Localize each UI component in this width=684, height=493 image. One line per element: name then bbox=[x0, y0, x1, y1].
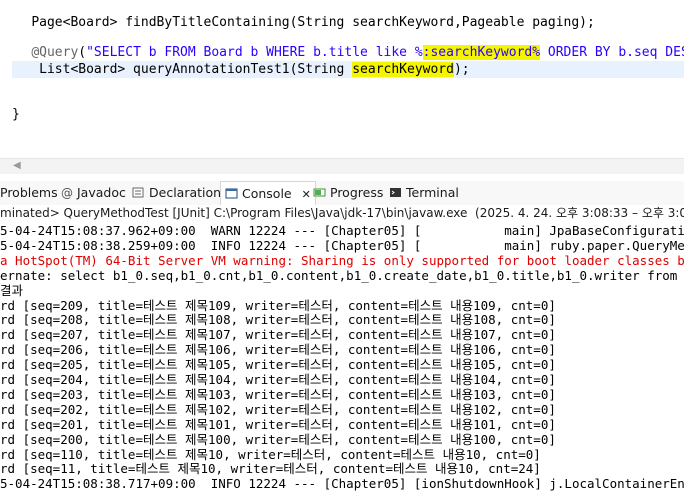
tab-label: Problems bbox=[0, 185, 58, 200]
close-icon[interactable]: ✕ bbox=[302, 188, 311, 201]
tab-label: Console bbox=[242, 186, 292, 201]
console-line: rd [seq=11, title=테스트 제목10, writer=테스터, … bbox=[0, 461, 541, 477]
tab-progress[interactable]: Progress bbox=[313, 181, 383, 205]
highlighted-search-keyword: searchKeyword bbox=[352, 62, 454, 77]
horizontal-scrollbar[interactable]: ◀ bbox=[0, 158, 684, 174]
console-line: 5-04-24T15:08:38.717+09:00 INFO 12224 --… bbox=[0, 476, 684, 492]
console-line: rd [seq=110, title=테스트 제목10, writer=테스터,… bbox=[0, 446, 541, 462]
views-tab-bar: Problems @ Javadoc Declaration Console ✕… bbox=[0, 181, 684, 205]
paren-open: ( bbox=[78, 45, 87, 60]
svg-text:@: @ bbox=[61, 186, 73, 199]
code-text: List<Board> queryAnnotationTest1(String bbox=[39, 62, 353, 77]
tab-declaration[interactable]: Declaration bbox=[132, 181, 221, 205]
code-editor[interactable]: Page<Board> findByTitleContaining(String… bbox=[0, 0, 684, 158]
tab-terminal[interactable]: Terminal bbox=[389, 181, 459, 205]
at-icon: @ bbox=[60, 183, 73, 200]
console-line: 결과 bbox=[0, 282, 24, 298]
console-line: rd [seq=204, title=테스트 제목104, writer=테스터… bbox=[0, 372, 556, 387]
progress-icon bbox=[313, 183, 326, 197]
string-literal-part: "SELECT b FROM Board b WHERE b.title lik… bbox=[86, 45, 423, 60]
console-line: rd [seq=202, title=테스트 제목102, writer=테스터… bbox=[0, 401, 556, 417]
code-line-find-by-title[interactable]: Page<Board> findByTitleContaining(String… bbox=[0, 14, 595, 32]
console-line: ernate: select b1_0.seq,b1_0.cnt,b1_0.co… bbox=[0, 267, 684, 283]
console-line: 5-04-24T15:08:37.962+09:00 WARN 12224 --… bbox=[0, 223, 684, 238]
declaration-icon bbox=[132, 183, 145, 198]
highlighted-search-keyword-param: :searchKeyword% bbox=[422, 45, 541, 60]
code-text-end: ); bbox=[453, 62, 470, 77]
tab-problems[interactable]: Problems bbox=[0, 181, 58, 205]
console-error-line: a HotSpot(TM) 64-Bit Server VM warning: … bbox=[0, 252, 684, 268]
tab-label: Terminal bbox=[406, 185, 459, 200]
closing-brace[interactable]: } bbox=[12, 106, 20, 124]
console-line: rd [seq=206, title=테스트 제목106, writer=테스터… bbox=[0, 342, 556, 358]
annotation-token: @Query bbox=[31, 45, 79, 60]
tab-javadoc[interactable]: @ Javadoc bbox=[60, 181, 126, 205]
console-line: rd [seq=205, title=테스트 제목105, writer=테스터… bbox=[0, 357, 556, 373]
code-line-query-method[interactable]: List<Board> queryAnnotationTest1(String … bbox=[0, 61, 470, 79]
console-line: rd [seq=200, title=테스트 제목100, writer=테스터… bbox=[0, 431, 556, 447]
console-line: 5-04-24T15:08:38.259+09:00 INFO 12224 --… bbox=[0, 237, 684, 253]
console-line: rd [seq=201, title=테스트 제목101, writer=테스터… bbox=[0, 416, 556, 432]
tab-console[interactable]: Console ✕ bbox=[220, 181, 316, 205]
console-line: rd [seq=203, title=테스트 제목103, writer=테스터… bbox=[0, 386, 556, 402]
terminal-icon bbox=[389, 183, 402, 197]
code-text: Page<Board> findByTitleContaining(String… bbox=[31, 15, 595, 30]
tab-label: Progress bbox=[330, 185, 384, 200]
console-line: rd [seq=209, title=테스트 제목109, writer=테스터… bbox=[0, 297, 556, 313]
console-line: rd [seq=207, title=테스트 제목107, writer=테스터… bbox=[0, 327, 556, 343]
console-launch-header: minated> QueryMethodTest [JUnit] C:\Prog… bbox=[0, 205, 684, 221]
console-output[interactable]: 5-04-24T15:08:37.962+09:00 WARN 12224 --… bbox=[0, 221, 684, 493]
tab-label: Declaration bbox=[149, 185, 222, 200]
console-line: rd [seq=208, title=테스트 제목108, writer=테스터… bbox=[0, 312, 556, 328]
tab-label: Javadoc bbox=[77, 185, 126, 200]
code-line-query-annotation[interactable]: @Query("SELECT b FROM Board b WHERE b.ti… bbox=[0, 44, 684, 62]
string-literal-end: ORDER BY b.seq DESC" bbox=[547, 45, 684, 60]
console-icon bbox=[225, 184, 238, 199]
scroll-left-arrow-icon[interactable]: ◀ bbox=[13, 160, 21, 171]
